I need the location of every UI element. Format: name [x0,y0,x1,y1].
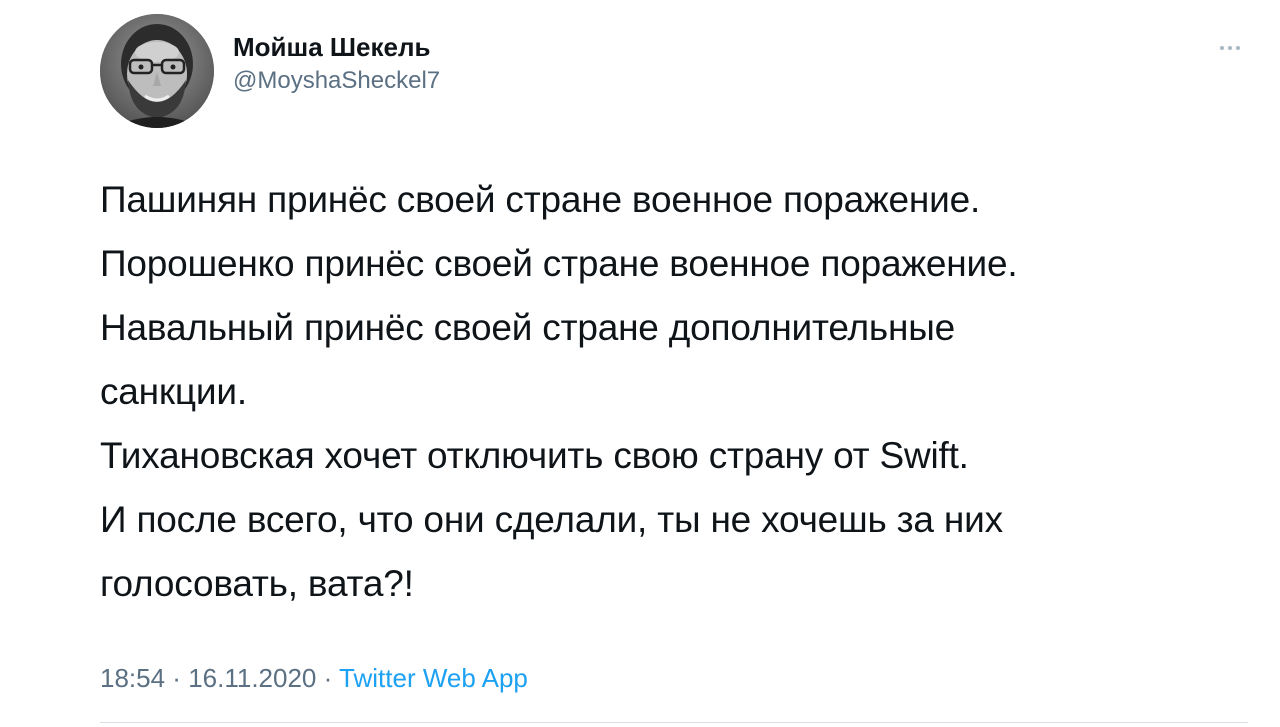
author-avatar[interactable] [100,14,214,128]
tweet-text: Пашинян принёс своей стране военное пора… [100,168,1220,616]
tweet-date[interactable]: 16.11.2020 [188,663,316,693]
tweet-time[interactable]: 18:54 [100,663,165,693]
tweet-text-line: Навальный принёс своей стране дополнител… [100,307,955,348]
tweet-meta: 18:54 · 16.11.2020 · Twitter Web App [100,658,528,698]
author-handle[interactable]: @MoyshaSheckel7 [233,66,440,96]
tweet-source-link[interactable]: Twitter Web App [339,663,528,693]
tweet-text-line: голосовать, вата?! [100,563,414,604]
meta-separator: · [165,663,189,693]
tweet-text-line: санкции. [100,371,247,412]
tweet-text-line: Порошенко принёс своей стране военное по… [100,243,1018,284]
more-dot [1236,46,1240,50]
tweet-card: Мойша Шекель @MoyshaSheckel7 Пашинян при… [0,0,1280,727]
avatar-photo [100,14,214,128]
tweet-text-line: И после всего, что они сделали, ты не хо… [100,499,1003,540]
meta-separator: · [316,663,340,693]
tweet-text-line: Пашинян принёс своей стране военное пора… [100,179,981,220]
tweet-text-line: Тихановская хочет отключить свою страну … [100,435,969,476]
author-display-name[interactable]: Мойша Шекель [233,30,440,64]
author-info: Мойша Шекель @MoyshaSheckel7 [233,30,440,96]
divider [100,722,1248,723]
more-dot [1228,46,1232,50]
more-dot [1220,46,1224,50]
more-options-icon[interactable] [1212,38,1248,58]
